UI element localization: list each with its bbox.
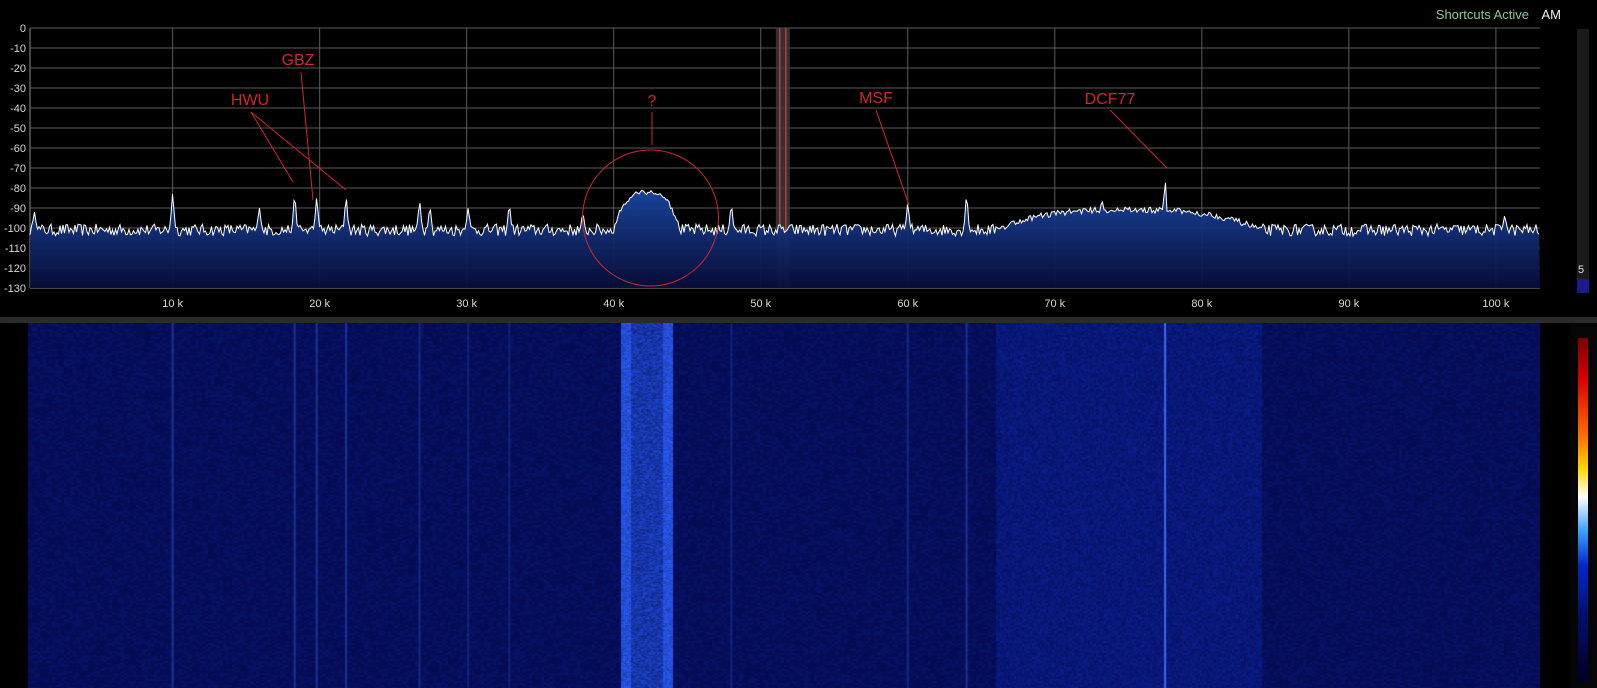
db-tick-label: -80 <box>10 183 26 195</box>
db-tick-label: -100 <box>4 223 26 235</box>
spectrum-plot[interactable]: 0 -10 -20 -30 -40 -50 -60 -70 -80 -90 -100 -110 -120… <box>0 0 1597 317</box>
gain-slider-fill <box>1577 279 1589 293</box>
db-tick-label: -130 <box>4 283 26 295</box>
gain-slider[interactable] <box>1577 29 1589 293</box>
db-tick-label: -70 <box>10 163 26 175</box>
freq-tick-label: 50 k <box>750 298 771 310</box>
gain-value: 5 <box>1578 264 1585 276</box>
annotation-label: DCF77 <box>1085 91 1136 108</box>
freq-tick-label: 80 k <box>1191 298 1212 310</box>
db-tick-label: -20 <box>10 63 26 75</box>
annotation-pointer <box>250 111 347 191</box>
db-tick-label: -50 <box>10 123 26 135</box>
frequency-axis: 10 k 20 k 30 k 40 k 50 k 60 k 70 k 80 k 90 k 100 … <box>162 298 1510 310</box>
annotation-pointer <box>875 109 910 206</box>
waterfall-color-scale <box>1578 338 1588 683</box>
db-tick-label: -110 <box>5 243 26 255</box>
annotation-pointer <box>250 111 294 183</box>
annotation-pointer <box>1109 109 1168 169</box>
db-axis: 0 -10 -20 -30 -40 -50 -60 -70 -80 -90 -100 -110 -120… <box>4 23 26 295</box>
annotation-label: HWU <box>231 92 269 109</box>
freq-tick-label: 10 k <box>162 298 183 310</box>
db-tick-label: -60 <box>10 143 26 155</box>
freq-tick-label: 90 k <box>1338 298 1359 310</box>
annotation-label: ? <box>648 93 657 110</box>
db-tick-label: -90 <box>10 203 26 215</box>
annotation-pointer <box>300 71 314 201</box>
db-tick-label: 0 <box>20 23 26 35</box>
annotation-label: GBZ <box>282 52 315 69</box>
freq-tick-label: 30 k <box>456 298 477 310</box>
db-tick-label: -30 <box>10 83 26 95</box>
db-tick-label: -120 <box>4 263 26 275</box>
freq-tick-label: 70 k <box>1044 298 1065 310</box>
db-tick-label: -10 <box>10 43 26 55</box>
annotation-label: MSF <box>859 90 893 107</box>
freq-tick-label: 60 k <box>897 298 918 310</box>
freq-tick-label: 100 k <box>1482 298 1509 310</box>
freq-tick-label: 20 k <box>309 298 330 310</box>
freq-tick-label: 40 k <box>603 298 624 310</box>
db-tick-label: -40 <box>10 103 26 115</box>
waterfall-display[interactable] <box>0 323 1597 688</box>
